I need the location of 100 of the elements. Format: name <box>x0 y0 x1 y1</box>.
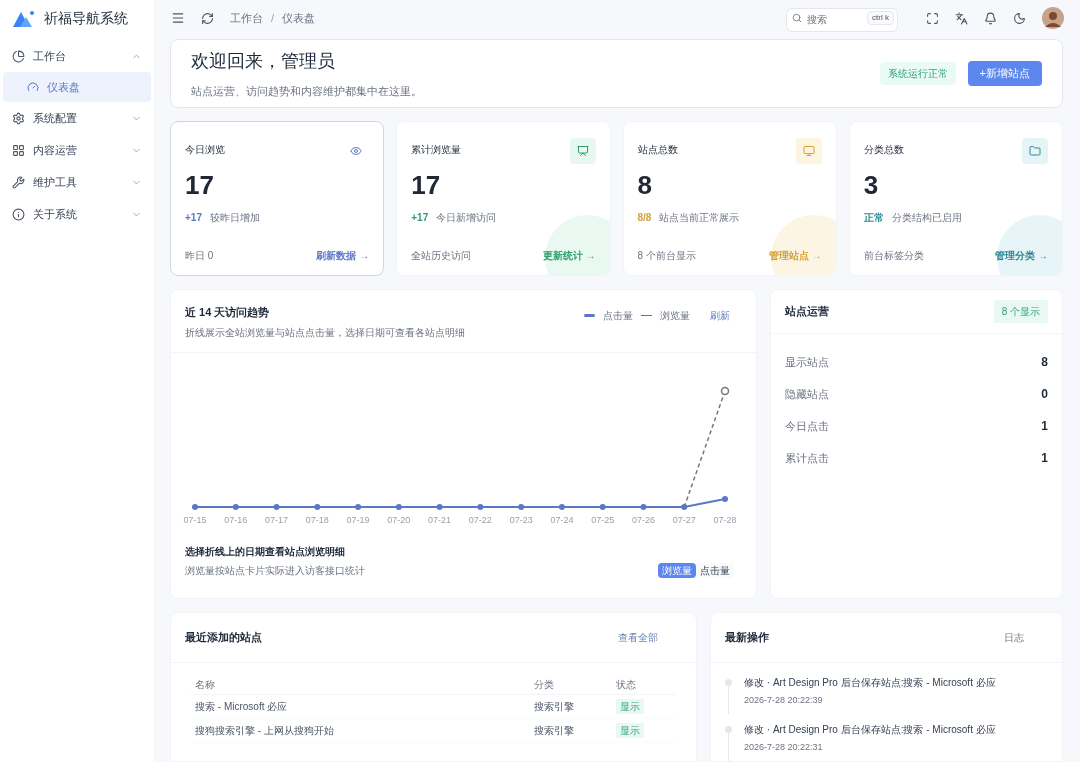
welcome-title: 欢迎回来，管理员 <box>191 49 336 73</box>
axis-label: 07-28 <box>713 514 737 525</box>
table-cell-text: 搜索引擎 <box>534 700 575 714</box>
stat-label: 隐藏站点 <box>785 386 829 402</box>
detail-title: 选择折线上的日期查看站点浏览明细 <box>185 545 346 559</box>
stat-value: 3 <box>863 172 880 198</box>
stat-card[interactable]: 今日浏览 17 +17 较昨日增加 昨日 0 刷新数据 → <box>170 121 385 276</box>
table-cell-text: 搜狗搜索引擎 - 上网从搜狗开始 <box>194 724 335 738</box>
refresh-icon[interactable] <box>201 11 214 25</box>
count-tag: 8 个显示 <box>993 300 1048 323</box>
stat-icon <box>1022 138 1048 164</box>
card-title: 最近添加的站点 <box>185 630 263 646</box>
menu-icon[interactable] <box>171 11 185 25</box>
card-title: 站点运营 <box>785 304 830 320</box>
stat-value: 17 <box>185 172 215 198</box>
stat-card[interactable]: 分类总数 3 正常 分类结构已启用 前台标签分类 管理分类 → <box>848 121 1063 276</box>
breadcrumb-separator: / <box>271 10 275 26</box>
stat-number: 8 <box>1041 354 1048 371</box>
stat-title: 今日浏览 <box>185 143 225 157</box>
breadcrumb-item[interactable]: 仪表盘 <box>282 9 316 27</box>
sidebar-item[interactable]: 维护工具 <box>0 166 154 198</box>
stat-delta-text: 今日新增访问 <box>436 211 497 225</box>
nav-icon <box>12 111 25 125</box>
activity-text: 修改 · Art Design Pro 后台保存站点:搜索 - Microsoft 必应 <box>744 676 996 690</box>
legend-label: 浏览量 <box>660 309 690 323</box>
axis-label: 07-18 <box>305 514 329 525</box>
stat-link[interactable]: 管理分类 → <box>995 248 1048 263</box>
status-tag: 系统运行正常 <box>879 62 956 85</box>
logo-icon <box>12 8 36 28</box>
nav-icon <box>12 207 25 221</box>
toggle-option[interactable]: 点击量 <box>696 563 734 578</box>
breadcrumb-item[interactable]: 工作台 <box>230 9 263 27</box>
shortcut-key: ctrl k <box>867 11 894 25</box>
axis-label: 07-20 <box>387 514 411 525</box>
welcome-subtitle: 站点运营、访问趋势和内容维护都集中在这里。 <box>191 83 423 99</box>
stat-card[interactable]: 站点总数 8 8/8 站点当前正常展示 8 个前台显示 管理站点 → <box>622 121 837 276</box>
card-title: 近 14 天访问趋势 <box>185 305 271 320</box>
stat-number: 1 <box>1041 450 1048 467</box>
sidebar-item[interactable]: 工作台 <box>0 40 154 72</box>
column-header: 状态 <box>616 678 637 692</box>
stat-footer: 全站历史访问 <box>411 248 472 263</box>
axis-label: 07-25 <box>591 514 615 525</box>
table-cell-text: 搜索引擎 <box>534 724 575 738</box>
moon-icon[interactable] <box>1013 11 1026 25</box>
notification-icon[interactable] <box>984 11 997 25</box>
avatar[interactable] <box>1042 7 1064 29</box>
axis-label: 07-17 <box>265 514 289 525</box>
axis-label: 07-22 <box>468 514 492 525</box>
stat-number: 1 <box>1041 418 1048 435</box>
refresh-link[interactable]: 刷新 <box>710 308 730 323</box>
sidebar-item[interactable]: 内容运营 <box>0 134 154 166</box>
axis-label: 07-19 <box>346 514 370 525</box>
stat-delta-text: 分类结构已启用 <box>891 211 962 225</box>
search-icon <box>792 13 802 23</box>
axis-label: 07-26 <box>631 514 655 525</box>
gauge-icon <box>27 81 39 93</box>
stat-title: 累计浏览量 <box>411 143 462 157</box>
card-title: 最新操作 <box>725 630 770 646</box>
sidebar-item[interactable]: 系统配置 <box>0 102 154 134</box>
detail-subtitle: 浏览量按站点卡片实际进入访客接口统计 <box>185 564 366 578</box>
stat-icon <box>569 138 596 164</box>
stat-value: 8 <box>637 172 653 198</box>
stat-number: 0 <box>1041 386 1048 403</box>
legend-swatch <box>584 314 595 317</box>
stat-delta: 正常 <box>863 211 884 225</box>
stat-card[interactable]: 累计浏览量 17 +17 今日新增访问 全站历史访问 更新统计 → <box>396 121 611 276</box>
stat-footer: 前台标签分类 <box>863 248 924 263</box>
column-header: 名称 <box>194 678 216 692</box>
stat-link[interactable]: 更新统计 → <box>542 248 596 263</box>
stat-delta-text: 站点当前正常展示 <box>659 211 740 225</box>
sidebar-item[interactable]: 关于系统 <box>0 198 154 230</box>
axis-label: 07-24 <box>550 514 574 525</box>
stat-link[interactable]: 刷新数据 → <box>316 248 370 263</box>
stat-icon <box>795 138 822 164</box>
nav-icon <box>12 175 25 189</box>
stat-label: 今日点击 <box>785 418 829 434</box>
axis-label: 07-27 <box>672 514 696 525</box>
app-name: 祈福导航系统 <box>44 8 128 28</box>
axis-label: 07-23 <box>509 514 533 525</box>
toggle-option[interactable]: 浏览量 <box>658 563 696 578</box>
table-cell-text: 搜索 - Microsoft 必应 <box>194 700 289 714</box>
stat-title: 站点总数 <box>637 143 678 157</box>
legend-label: 点击量 <box>603 309 633 323</box>
log-link[interactable]: 日志 <box>1004 630 1024 645</box>
stat-delta-text: 较昨日增加 <box>209 211 260 225</box>
activity-time: 2026-7-28 20:22:31 <box>744 741 824 754</box>
status-tag: 显示 <box>616 723 644 738</box>
stat-footer: 8 个前台显示 <box>637 248 696 263</box>
nav-icon <box>12 143 25 157</box>
sidebar-subitem[interactable]: 仪表盘 <box>3 72 151 102</box>
fullscreen-icon[interactable] <box>926 11 939 25</box>
card-subtitle: 折线展示全站浏览量与站点点击量，选择日期可查看各站点明细 <box>185 325 466 340</box>
stat-title: 分类总数 <box>863 143 904 157</box>
stat-delta: +17 <box>411 211 429 225</box>
activity-time: 2026-7-28 20:22:39 <box>744 694 824 707</box>
stat-label: 累计点击 <box>785 450 829 466</box>
axis-label: 07-15 <box>183 514 207 525</box>
translate-icon[interactable] <box>955 11 968 25</box>
add-site-button[interactable]: +新增站点 <box>967 61 1042 86</box>
view-all-link[interactable]: 查看全部 <box>618 630 658 645</box>
